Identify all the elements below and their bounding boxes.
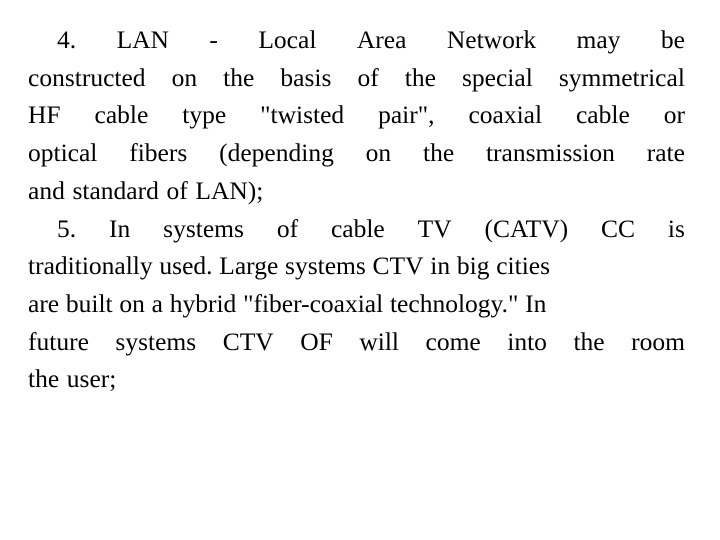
line-word: CC	[601, 213, 636, 243]
text-line: are built on a hybrid "fiber-coaxial tec…	[28, 285, 685, 323]
line-word: future	[28, 326, 89, 356]
line-word: room	[631, 326, 685, 356]
line-word: standard	[72, 175, 159, 205]
line-word: coaxial	[468, 100, 543, 130]
line-word: Area	[356, 25, 407, 54]
line-word: systems	[163, 213, 244, 243]
line-word: on	[171, 62, 198, 92]
line-word: OF	[300, 326, 333, 356]
line-word: transmission	[485, 138, 615, 168]
line-word: -	[209, 25, 218, 54]
line-word: user;	[66, 364, 117, 394]
line-word: LAN);	[195, 175, 264, 205]
line-word: 5.	[57, 213, 77, 243]
line-word: into	[507, 326, 547, 356]
line-word: LAN	[116, 25, 169, 54]
line-word: systems	[285, 251, 366, 281]
text-line: 5. In systems of cable TV (CATV) CC is	[28, 210, 685, 248]
line-word: CTV	[222, 326, 274, 356]
line-word: or	[663, 100, 685, 130]
line-word: Network	[446, 25, 537, 54]
line-word: the	[573, 326, 605, 356]
line-word: In	[109, 213, 131, 243]
line-word: the	[404, 62, 436, 92]
paragraph-lan: 4. LAN - Local Area Network may be const…	[28, 21, 685, 210]
text-line: the user;	[28, 360, 685, 398]
line-word: cable	[330, 213, 385, 243]
line-word: traditionally	[28, 251, 153, 281]
line-word: "fiber-coaxial	[243, 288, 384, 318]
text-line: and standard of LAN);	[28, 172, 685, 210]
line-word: and	[28, 175, 65, 205]
line-word: Local	[258, 25, 317, 54]
line-word: pair",	[378, 100, 435, 130]
line-word: fibers	[129, 138, 188, 168]
line-word: constructed	[28, 62, 146, 92]
line-word: rate	[646, 138, 685, 168]
line-word: optical	[28, 138, 98, 168]
line-word: are	[28, 288, 60, 318]
line-word: (depending	[219, 138, 334, 168]
text-line: optical fibers (depending on the transmi…	[28, 134, 685, 172]
line-word: the	[422, 138, 455, 168]
line-word: on	[365, 138, 392, 168]
line-word: will	[359, 326, 399, 356]
line-word: used.	[159, 251, 213, 281]
line-word: may	[576, 25, 621, 54]
line-word: Large	[219, 251, 279, 281]
line-word: HF	[28, 100, 61, 130]
line-word: the	[223, 62, 255, 92]
line-word: special	[461, 62, 533, 92]
line-word: technology."	[389, 288, 519, 318]
paragraph-catv: 5. In systems of cable TV (CATV) CC is t…	[28, 210, 685, 399]
line-word: be	[660, 25, 685, 54]
line-word: symmetrical	[558, 62, 685, 92]
document-text-body: 4. LAN - Local Area Network may be const…	[28, 21, 685, 398]
line-word: big	[456, 251, 490, 281]
line-word: type	[182, 100, 227, 130]
line-word: on	[119, 288, 145, 318]
line-word: of	[166, 175, 188, 205]
line-word: hybrid	[169, 288, 237, 318]
line-word: in	[430, 251, 451, 281]
text-line: future systems CTV OF will come into the…	[28, 323, 685, 361]
slide-canvas: 4. LAN - Local Area Network may be const…	[0, 0, 720, 540]
line-word: built	[65, 288, 113, 318]
line-word: "twisted	[260, 100, 345, 130]
line-word: a	[151, 288, 163, 318]
line-word: of	[276, 213, 299, 243]
text-line: HF cable type "twisted pair", coaxial ca…	[28, 96, 685, 134]
line-word: CTV	[372, 251, 424, 281]
line-word: the	[28, 364, 60, 394]
text-line: 4. LAN - Local Area Network may be	[28, 21, 685, 59]
line-word: basis	[280, 62, 332, 92]
line-word: cable	[575, 100, 630, 130]
line-word: cable	[94, 100, 149, 130]
text-line: constructed on the basis of the special …	[28, 59, 685, 97]
line-word: come	[425, 326, 481, 356]
line-word: (CATV)	[484, 213, 569, 243]
line-word: TV	[417, 213, 452, 243]
line-word: systems	[115, 326, 197, 356]
line-word: is	[667, 213, 685, 243]
text-line: traditionally used. Large systems CTV in…	[28, 247, 685, 285]
line-word: cities	[496, 251, 551, 281]
line-word: In	[525, 288, 547, 318]
line-word: 4.	[57, 25, 77, 54]
line-word: of	[357, 62, 379, 92]
